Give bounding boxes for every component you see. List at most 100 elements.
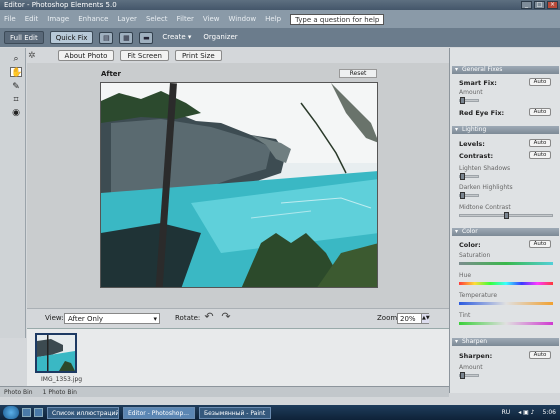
tint-label: Tint — [459, 312, 471, 319]
status-bar: Photo Bin 1 Photo Bin — [0, 386, 449, 397]
zoom-tool-icon[interactable]: ⌕ — [10, 54, 22, 64]
folder-icon[interactable]: ▬ — [139, 31, 154, 44]
organizer-button[interactable]: Organizer — [200, 31, 240, 44]
menu-image[interactable]: Image — [47, 15, 69, 23]
color-header[interactable]: Color — [452, 228, 559, 236]
organizer-label: Organizer — [203, 33, 238, 41]
smart-fix-amount-slider[interactable] — [459, 97, 479, 104]
hand-tool-icon[interactable]: ✋ — [10, 67, 22, 78]
reset-button[interactable]: Reset — [339, 69, 377, 78]
quick-launch-icon[interactable] — [34, 408, 43, 417]
rotate-right-icon[interactable]: ↷ — [220, 311, 232, 323]
photoshop-elements-window: Editor - Photoshop Elements 5.0 _ □ × Fi… — [0, 0, 560, 405]
arrange-icon[interactable]: ▦ — [119, 31, 134, 44]
brush-tool-icon[interactable]: ✎ — [10, 82, 22, 92]
chevron-down-icon: ▾ — [153, 315, 157, 323]
zoom-value: 20% — [400, 315, 416, 323]
after-view-label: After — [101, 70, 122, 78]
photo-thumbnail[interactable] — [35, 333, 77, 373]
view-bar: View: After Only ▾ Rotate: ↶ ↷ Zoom: 20%… — [27, 308, 449, 328]
tab-quick-fix-label: Quick Fix — [55, 34, 88, 42]
darken-highlights-label: Darken Highlights — [459, 184, 513, 191]
photo-bin: IMG_1353.jpg — [27, 328, 449, 386]
temperature-slider[interactable] — [459, 302, 553, 305]
start-button[interactable] — [3, 406, 19, 419]
tab-full-edit[interactable]: Full Edit — [4, 31, 44, 44]
menu-help[interactable]: Help — [265, 15, 281, 23]
red-eye-auto-button[interactable]: Auto — [529, 108, 551, 116]
red-eye-tool-icon[interactable]: ◉ — [10, 108, 22, 118]
smart-fix-amount-label: Amount — [459, 89, 483, 96]
menu-filter[interactable]: Filter — [177, 15, 194, 23]
levels-label: Levels: — [459, 140, 485, 148]
status-left[interactable]: Photo Bin — [4, 389, 33, 396]
levels-auto-button[interactable]: Auto — [529, 139, 551, 147]
sharpen-auto-button[interactable]: Auto — [529, 351, 551, 359]
saturation-label: Saturation — [459, 252, 491, 259]
view-select-value: After Only — [68, 315, 104, 323]
midtone-contrast-slider[interactable] — [459, 212, 553, 219]
slider-knob[interactable] — [460, 97, 465, 104]
slider-knob[interactable] — [460, 192, 465, 199]
about-photo-button[interactable]: About Photo — [57, 50, 115, 61]
clock[interactable]: 5:06 — [543, 407, 556, 418]
menu-layer[interactable]: Layer — [117, 15, 137, 23]
lighten-shadows-slider[interactable] — [459, 173, 479, 180]
quick-fix-panel: General Fixes Smart Fix: Auto Amount Red… — [449, 48, 560, 393]
rotate-left-icon[interactable]: ↶ — [203, 311, 215, 323]
toolbox: ⌕ ✋ ✎ ⌗ ◉ — [0, 48, 26, 338]
windows-taskbar: Список иллюстраций Editor - Photoshop...… — [0, 405, 560, 420]
menu-view[interactable]: View — [203, 15, 220, 23]
lighting-header[interactable]: Lighting — [452, 126, 559, 134]
taskbar-item[interactable]: Безымянный - Paint — [199, 406, 271, 419]
tab-quick-fix[interactable]: Quick Fix — [49, 31, 94, 44]
mode-bar: Full Edit Quick Fix ▤ ▦ ▬ Create ▾ Organ… — [0, 28, 560, 47]
sharpen-amount-slider[interactable] — [459, 372, 479, 379]
menu-window[interactable]: Window — [229, 15, 257, 23]
rotate-label: Rotate: — [175, 314, 201, 322]
color-auto-button[interactable]: Auto — [529, 240, 551, 248]
color-label: Color: — [459, 241, 481, 249]
help-search-input[interactable]: Type a question for help — [290, 13, 385, 25]
contrast-auto-button[interactable]: Auto — [529, 151, 551, 159]
menu-select[interactable]: Select — [146, 15, 168, 23]
slider-knob[interactable] — [460, 173, 465, 180]
darken-highlights-slider[interactable] — [459, 192, 479, 199]
saturation-slider[interactable] — [459, 262, 553, 265]
title-bar: Editor - Photoshop Elements 5.0 _ □ × — [0, 0, 560, 10]
menu-enhance[interactable]: Enhance — [78, 15, 108, 23]
minimize-button[interactable]: _ — [521, 1, 532, 9]
quick-launch-icon[interactable] — [22, 408, 31, 417]
red-eye-fix-label: Red Eye Fix: — [459, 109, 505, 117]
create-button[interactable]: Create ▾ — [159, 31, 194, 44]
hue-slider[interactable] — [459, 282, 553, 285]
photo-bin-toggle-icon[interactable]: ▤ — [99, 31, 114, 44]
menu-edit[interactable]: Edit — [25, 15, 39, 23]
view-select[interactable]: After Only ▾ — [64, 313, 160, 324]
zoom-spinner-icon[interactable]: ▲▼ — [421, 314, 430, 323]
slider-knob[interactable] — [504, 212, 509, 219]
print-size-button[interactable]: Print Size — [174, 50, 222, 61]
slider-knob[interactable] — [460, 372, 465, 379]
tab-full-edit-label: Full Edit — [10, 34, 38, 42]
language-indicator[interactable]: RU — [502, 407, 511, 418]
thumbnail-label: IMG_1353.jpg — [41, 376, 83, 383]
contrast-label: Contrast: — [459, 152, 494, 160]
system-tray: RU ◂ ▣ ♪ 5:06 — [502, 407, 556, 418]
fit-screen-button[interactable]: Fit Screen — [120, 50, 169, 61]
sharpen-header[interactable]: Sharpen — [452, 338, 559, 346]
taskbar-item[interactable]: Список иллюстраций — [47, 406, 119, 419]
general-fixes-header[interactable]: General Fixes — [452, 66, 559, 74]
crop-tool-icon[interactable]: ⌗ — [10, 95, 22, 105]
landscape-photo — [101, 83, 377, 287]
smart-fix-auto-button[interactable]: Auto — [529, 78, 551, 86]
midtone-contrast-label: Midtone Contrast — [459, 204, 511, 211]
photo-canvas[interactable] — [100, 82, 378, 288]
menu-file[interactable]: File — [4, 15, 16, 23]
maximize-button[interactable]: □ — [534, 1, 545, 9]
taskbar-item-active[interactable]: Editor - Photoshop... — [123, 406, 195, 419]
tint-slider[interactable] — [459, 322, 553, 325]
tray-icons: ◂ ▣ ♪ — [518, 409, 535, 416]
close-button[interactable]: × — [547, 1, 558, 9]
window-title: Editor - Photoshop Elements 5.0 — [4, 1, 117, 9]
